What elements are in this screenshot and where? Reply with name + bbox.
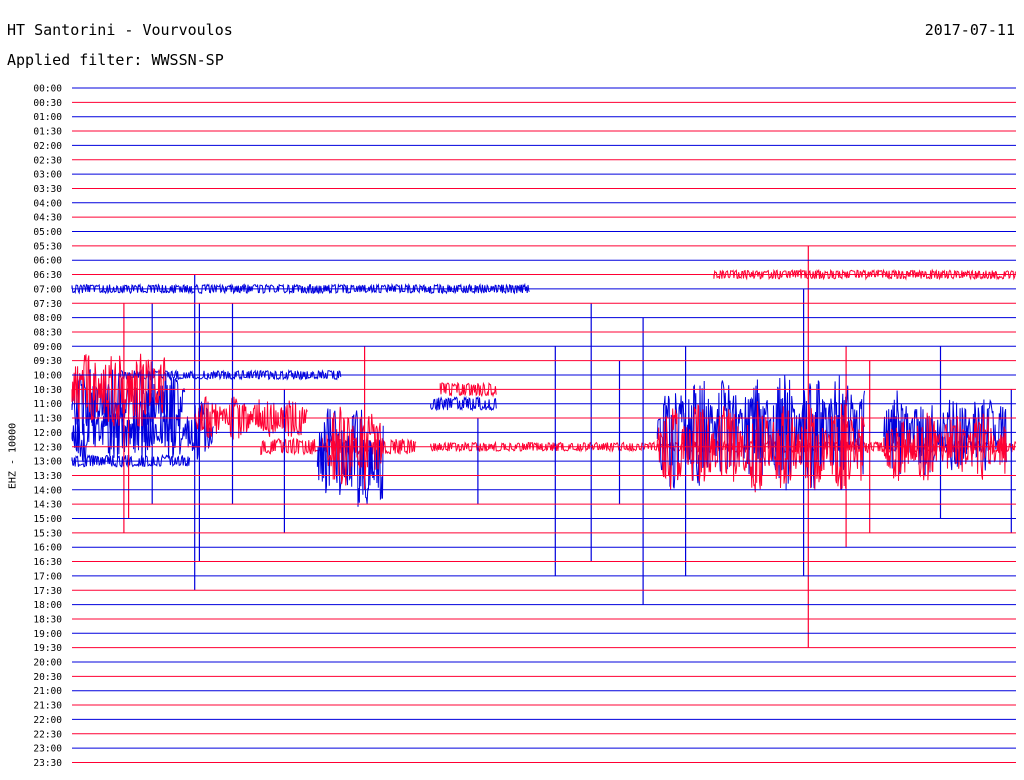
- row-label-02:00: 02:00: [33, 141, 62, 152]
- row-label-22:30: 22:30: [33, 729, 62, 740]
- row-label-23:00: 23:00: [33, 744, 62, 755]
- row-label-20:00: 20:00: [33, 658, 62, 669]
- row-label-07:30: 07:30: [33, 299, 62, 310]
- row-label-08:30: 08:30: [33, 327, 62, 338]
- row-label-12:30: 12:30: [33, 442, 62, 453]
- row-label-16:30: 16:30: [33, 557, 62, 568]
- row-label-19:00: 19:00: [33, 629, 62, 640]
- row-label-15:30: 15:30: [33, 528, 62, 539]
- row-label-11:00: 11:00: [33, 399, 62, 410]
- row-label-23:30: 23:30: [33, 758, 62, 769]
- row-label-layer: 00:00 00:30 01:00 01:30 02:00 02:30 03:00 03:30…: [33, 84, 62, 769]
- row-label-10:30: 10:30: [33, 385, 62, 396]
- row-label-19:30: 19:30: [33, 643, 62, 654]
- row-label-17:00: 17:00: [33, 571, 62, 582]
- row-label-05:30: 05:30: [33, 241, 62, 252]
- row-label-21:00: 21:00: [33, 686, 62, 697]
- row-label-15:00: 15:00: [33, 514, 62, 525]
- row-label-17:30: 17:30: [33, 586, 62, 597]
- row-label-21:30: 21:30: [33, 701, 62, 712]
- row-label-05:00: 05:00: [33, 227, 62, 238]
- row-label-07:00: 07:00: [33, 284, 62, 295]
- baseline-layer: [72, 87, 1016, 763]
- row-label-01:00: 01:00: [33, 112, 62, 123]
- row-label-12:00: 12:00: [33, 428, 62, 439]
- row-label-20:30: 20:30: [33, 672, 62, 683]
- row-label-06:00: 06:00: [33, 256, 62, 267]
- row-label-01:30: 01:30: [33, 127, 62, 138]
- helicorder-plot: 00:00 00:30 01:00 01:30 02:00 02:30 03:00 03:30…: [33, 84, 1017, 769]
- row-label-13:00: 13:00: [33, 457, 62, 468]
- row-label-00:30: 00:30: [33, 98, 62, 109]
- row-label-14:00: 14:00: [33, 485, 62, 496]
- row-label-03:30: 03:30: [33, 184, 62, 195]
- row-label-18:30: 18:30: [33, 614, 62, 625]
- row-label-03:00: 03:00: [33, 170, 62, 181]
- row-label-04:30: 04:30: [33, 213, 62, 224]
- row-label-06:30: 06:30: [33, 270, 62, 281]
- row-label-16:00: 16:00: [33, 543, 62, 554]
- row-label-11:30: 11:30: [33, 414, 62, 425]
- row-label-02:30: 02:30: [33, 155, 62, 166]
- row-label-09:00: 09:00: [33, 342, 62, 353]
- row-label-08:00: 08:00: [33, 313, 62, 324]
- row-label-10:00: 10:00: [33, 371, 62, 382]
- row-label-09:30: 09:30: [33, 356, 62, 367]
- row-label-22:00: 22:00: [33, 715, 62, 726]
- row-label-04:00: 04:00: [33, 198, 62, 209]
- row-label-14:30: 14:30: [33, 500, 62, 511]
- row-label-18:00: 18:00: [33, 600, 62, 611]
- row-label-00:00: 00:00: [33, 84, 62, 95]
- row-label-13:30: 13:30: [33, 471, 62, 482]
